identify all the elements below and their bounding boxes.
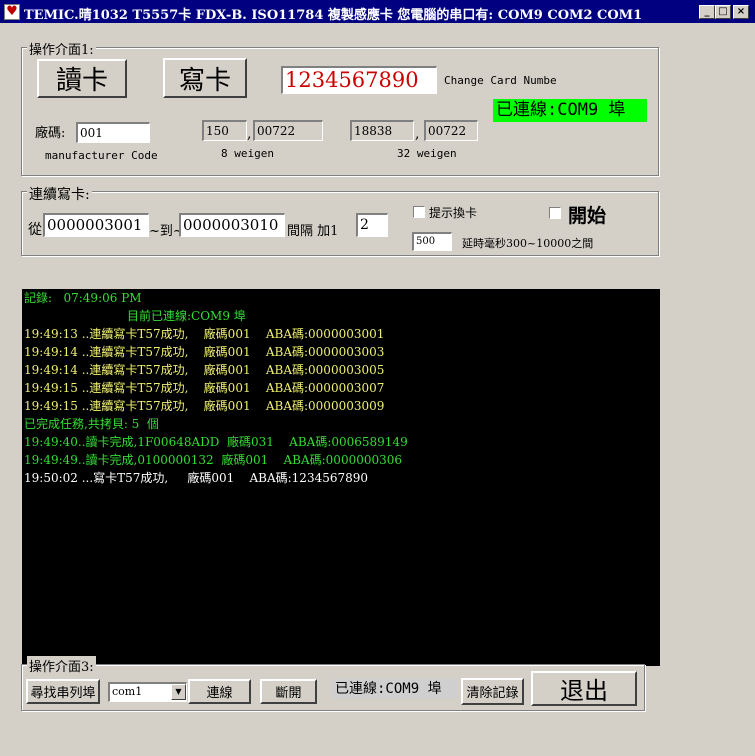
connection-status-text: 已連線:COM9 埠 — [496, 100, 626, 120]
connection-status-badge: 已連線:COM9 埠 — [493, 99, 647, 122]
manufacturer-code-label: manufacturer Code — [45, 149, 158, 162]
from-label: 從 — [28, 222, 42, 238]
weigen32-separator: , — [415, 126, 420, 142]
weigen32-right-field: 00722 — [424, 120, 478, 141]
com-port-select-value: com1 — [112, 685, 143, 698]
log-line: 19:49:15 ..連續寫卡T57成功, 廠碼001 ABA碼:0000003… — [24, 399, 385, 413]
connect-button[interactable]: 連線 — [188, 679, 251, 704]
write-card-button[interactable]: 寫卡 — [163, 58, 247, 98]
delay-label: 延時毫秒300~10000之間 — [462, 237, 594, 250]
exit-button[interactable]: 退出 — [531, 671, 637, 706]
to-input[interactable]: 0000003010 — [179, 213, 285, 237]
log-line: 19:49:14 ..連續寫卡T57成功, 廠碼001 ABA碼:0000003… — [24, 345, 385, 359]
weigen32-label: 32 weigen — [397, 147, 457, 160]
read-card-button[interactable]: 讀卡 — [37, 59, 127, 98]
weigen8-separator: , — [247, 126, 252, 142]
start-label: 開始 — [568, 205, 607, 227]
log-line: 記錄: 07:49:06 PM — [24, 291, 142, 305]
window-title: TEMIC.晴1032 T5557卡 FDX-B. ISO11784 複製感應卡… — [24, 8, 643, 23]
log-line: 19:49:40..讀卡完成,1F00648ADD 廠碼031 ABA碼:000… — [24, 435, 408, 449]
from-input[interactable]: 0000003001 — [43, 213, 149, 237]
log-line: 19:49:14 ..連續寫卡T57成功, 廠碼001 ABA碼:0000003… — [24, 363, 385, 377]
panel1-legend: 操作介面1: — [27, 39, 96, 58]
weigen8-label: 8 weigen — [221, 147, 274, 160]
log-line: 已完成任務,共拷貝: 5 個 — [24, 417, 159, 431]
prompt-change-label: 提示換卡 — [429, 206, 478, 220]
panel2-legend: 連續寫卡: — [27, 184, 92, 204]
log-line: 19:50:02 ...寫卡T57成功, 廠碼001 ABA碼:12345678… — [24, 471, 369, 485]
weigen8-left-field: 150 — [202, 120, 247, 141]
interval-label: 間隔 加1 — [287, 224, 339, 239]
interval-input[interactable]: 2 — [356, 213, 388, 237]
log-line: 目前已連線:COM9 埠 — [24, 309, 246, 323]
factory-code-label: 廠碼: — [35, 126, 66, 141]
dropdown-arrow-icon[interactable]: ▼ — [171, 684, 186, 700]
prompt-change-checkbox[interactable] — [413, 206, 425, 218]
card-number-input[interactable]: 1234567890 — [281, 66, 437, 94]
com-port-select[interactable]: com1 ▼ — [108, 682, 187, 702]
change-card-label: Change Card Numbe — [444, 74, 557, 87]
close-button[interactable]: × — [733, 5, 749, 19]
log-panel[interactable]: 記錄: 07:49:06 PM 目前已連線:COM9 埠 19:49:13 ..連… — [22, 289, 660, 666]
weigen32-left-field: 18838 — [350, 120, 414, 141]
maximize-button[interactable]: □ — [715, 5, 731, 19]
log-line: 19:49:49..讀卡完成,0100000132 廠碼001 ABA碼:000… — [24, 453, 403, 467]
find-ports-button[interactable]: 尋找串列埠 — [26, 679, 100, 704]
weigen8-right-field: 00722 — [253, 120, 323, 141]
factory-code-input[interactable]: 001 — [76, 122, 150, 143]
log-line: 19:49:15 ..連續寫卡T57成功, 廠碼001 ABA碼:0000003… — [24, 381, 385, 395]
log-line: 19:49:13 ..連續寫卡T57成功, 廠碼001 ABA碼:0000003… — [24, 327, 385, 341]
app-icon[interactable]: ♥ — [4, 4, 20, 20]
disconnect-button[interactable]: 斷開 — [260, 679, 317, 704]
status-text: 已連線:COM9 埠 — [332, 679, 458, 699]
minimize-button[interactable]: _ — [699, 5, 715, 19]
clear-log-button[interactable]: 清除記錄 — [461, 678, 524, 705]
delay-input[interactable]: 500 — [412, 232, 452, 251]
start-checkbox[interactable] — [549, 207, 561, 219]
panel3-legend: 操作介面3: — [27, 656, 96, 675]
title-bar[interactable]: ♥ TEMIC.晴1032 T5557卡 FDX-B. ISO11784 複製感… — [0, 0, 755, 24]
